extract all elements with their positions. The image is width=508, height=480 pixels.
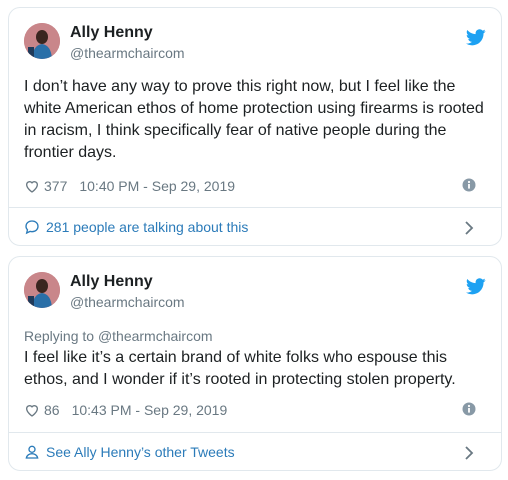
conversation-label[interactable]: 281 people are talking about this bbox=[46, 219, 248, 235]
author-handle[interactable]: @thearmchaircom bbox=[70, 45, 185, 61]
tweet-header: Ally Henny @thearmchaircom bbox=[24, 23, 486, 69]
comment-bubble-icon bbox=[25, 220, 39, 235]
author-handle[interactable]: @thearmchaircom bbox=[70, 294, 185, 310]
tweet-meta: 377 10:40 PM - Sep 29, 2019 bbox=[24, 176, 486, 196]
timestamp[interactable]: 10:43 PM - Sep 29, 2019 bbox=[72, 402, 228, 418]
info-icon[interactable] bbox=[462, 178, 476, 192]
author-name[interactable]: Ally Henny bbox=[70, 24, 153, 42]
replying-prefix: Replying to bbox=[24, 328, 95, 344]
replying-to: Replying to @thearmchaircom bbox=[24, 328, 213, 344]
profile-link[interactable]: See Ally Henny’s other Tweets bbox=[24, 433, 486, 471]
tweet-text: I don’t have any way to prove this right… bbox=[24, 78, 484, 161]
conversation-link[interactable]: 281 people are talking about this bbox=[24, 208, 486, 246]
twitter-bird-icon[interactable] bbox=[466, 29, 486, 46]
twitter-bird-icon[interactable] bbox=[466, 278, 486, 295]
tweet-card[interactable]: Ally Henny @thearmchaircom I don’t have … bbox=[8, 7, 502, 246]
like-count[interactable]: 377 bbox=[44, 178, 67, 194]
tweet-card[interactable]: Ally Henny @thearmchaircom Replying to @… bbox=[8, 256, 502, 471]
tweet-text: I feel like it’s a certain brand of whit… bbox=[24, 349, 456, 388]
author-name[interactable]: Ally Henny bbox=[70, 273, 153, 291]
replying-target[interactable]: @thearmchaircom bbox=[98, 328, 213, 344]
avatar[interactable] bbox=[24, 23, 60, 59]
avatar[interactable] bbox=[24, 272, 60, 308]
tweet-meta: 86 10:43 PM - Sep 29, 2019 bbox=[24, 400, 486, 420]
person-icon bbox=[25, 445, 39, 459]
heart-icon[interactable] bbox=[24, 178, 40, 194]
chevron-right-icon[interactable] bbox=[464, 221, 474, 235]
tweet-header: Ally Henny @thearmchaircom bbox=[24, 272, 486, 318]
like-count[interactable]: 86 bbox=[44, 402, 60, 418]
heart-icon[interactable] bbox=[24, 402, 40, 418]
timestamp[interactable]: 10:40 PM - Sep 29, 2019 bbox=[79, 178, 235, 194]
profile-label[interactable]: See Ally Henny’s other Tweets bbox=[46, 444, 235, 460]
info-icon[interactable] bbox=[462, 402, 476, 416]
chevron-right-icon[interactable] bbox=[464, 446, 474, 460]
